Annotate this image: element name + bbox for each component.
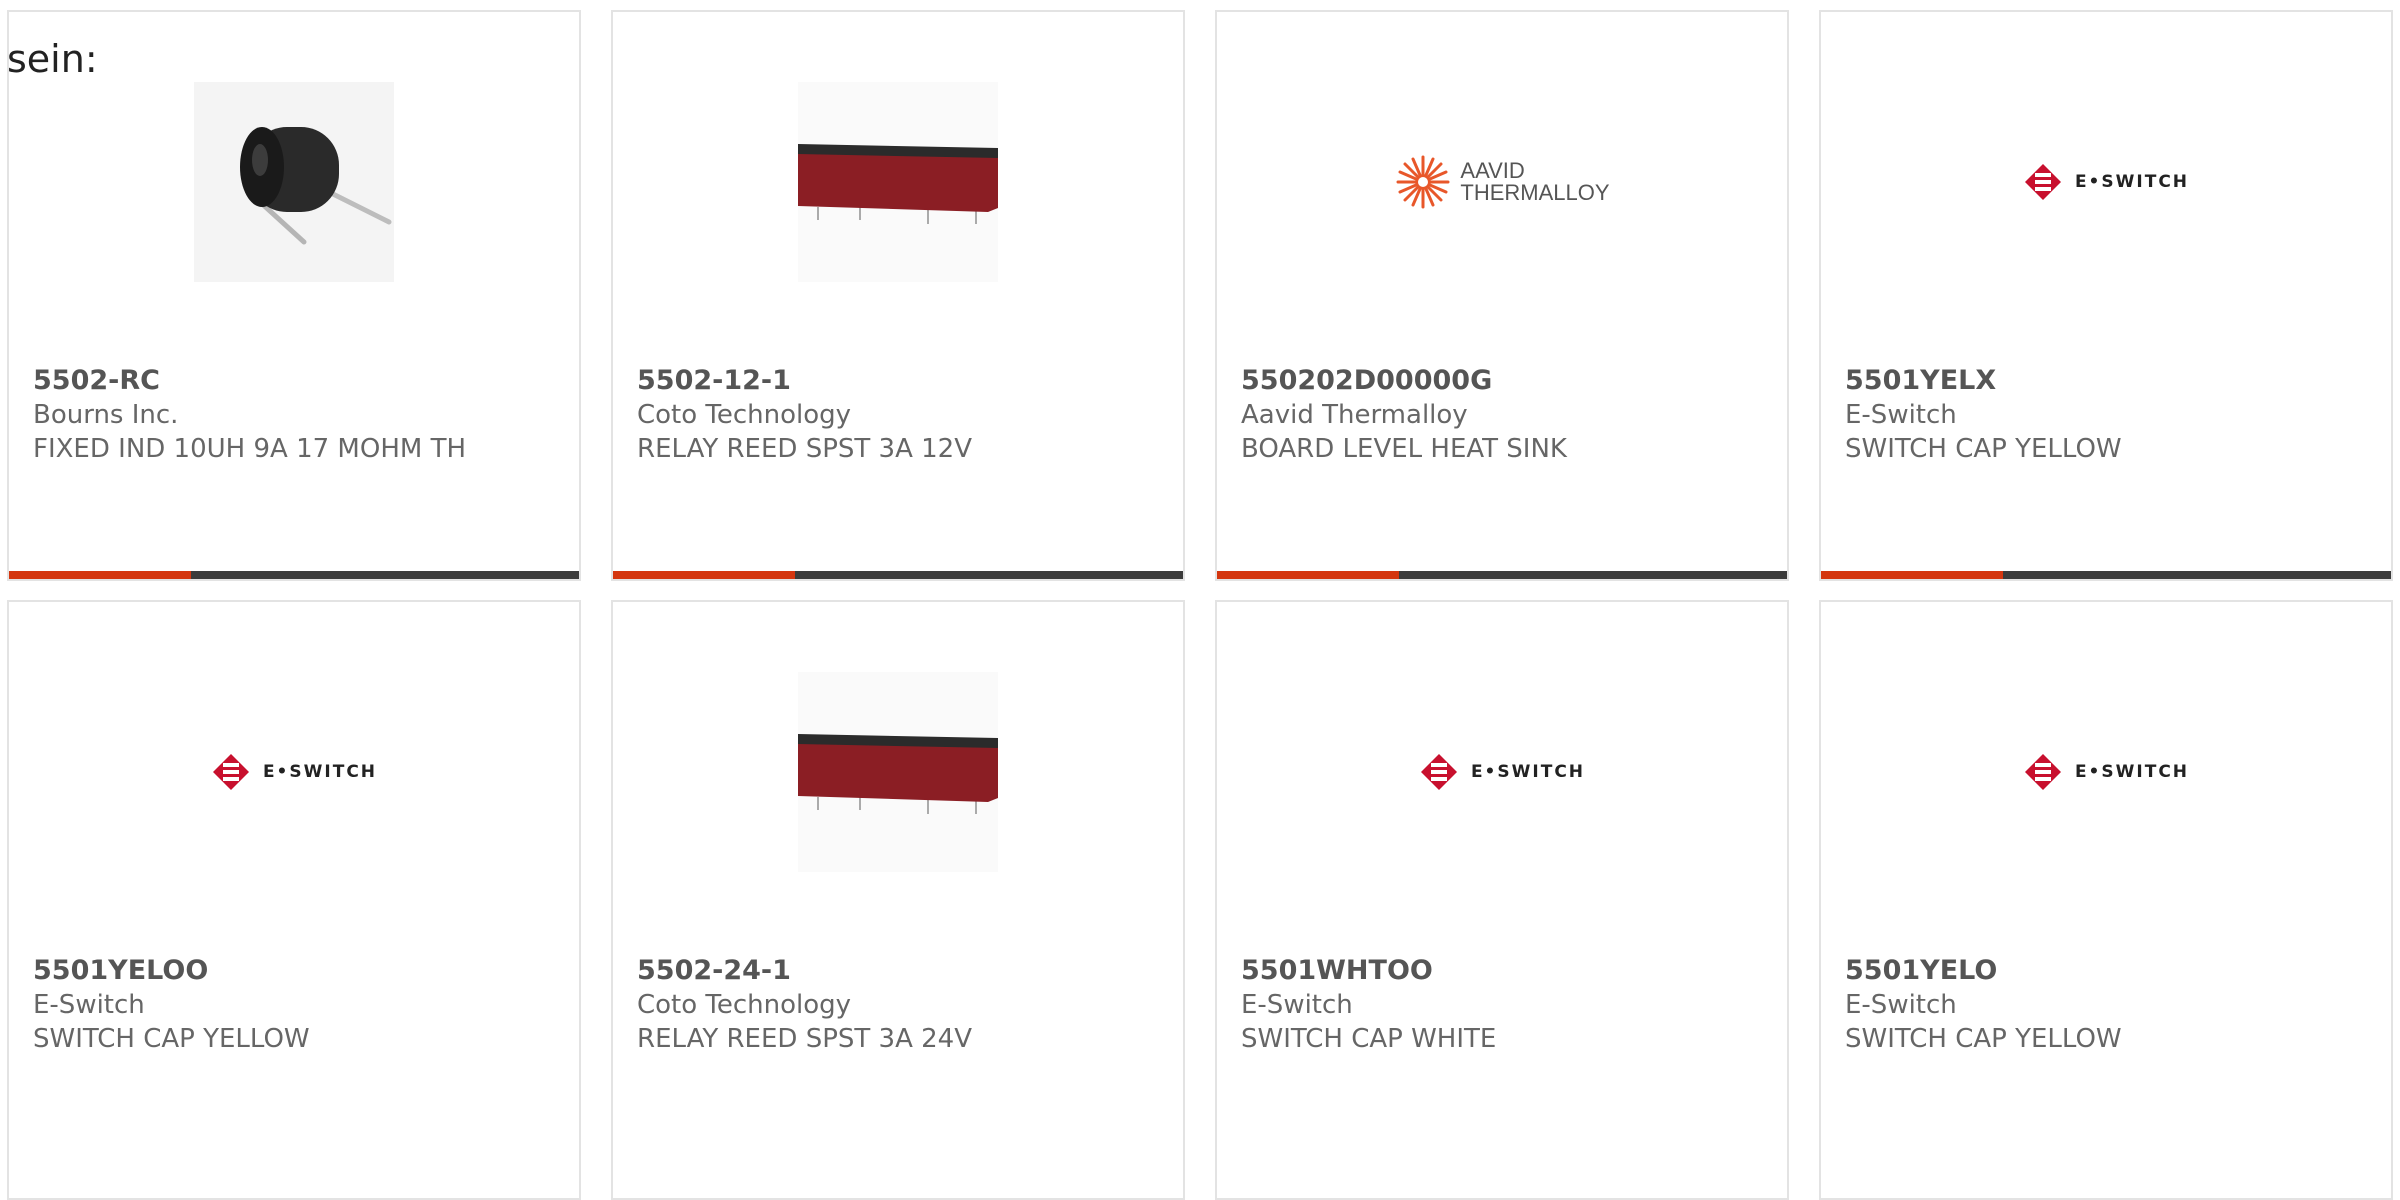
e-switch-logo: E•SWITCH: [1419, 752, 1585, 792]
manufacturer: Aavid Thermalloy: [1241, 400, 1468, 430]
manufacturer: E-Switch: [1845, 990, 1957, 1020]
manufacturer: E-Switch: [1241, 990, 1353, 1020]
part-number[interactable]: 5502-12-1: [637, 364, 1173, 398]
card-footer-bar: [1217, 571, 1787, 579]
starburst-icon: [1396, 155, 1450, 209]
product-info: 5501YELO E-Switch SWITCH CAP YELLOW: [1845, 954, 2381, 1056]
product-info: 5502-24-1 Coto Technology RELAY REED SPS…: [637, 954, 1173, 1056]
product-image: [613, 82, 1183, 282]
logo-text-line: AAVID: [1460, 158, 1525, 183]
part-number[interactable]: 550202D00000G: [1241, 364, 1777, 398]
reed-relay-icon: [798, 144, 998, 224]
product-image: E•SWITCH: [1821, 672, 2391, 872]
logo-text: E•SWITCH: [2074, 172, 2190, 192]
description: RELAY REED SPST 3A 24V: [637, 1024, 972, 1054]
product-info: 5501WHTOO E-Switch SWITCH CAP WHITE: [1241, 954, 1777, 1056]
e-switch-emblem-icon: [2024, 164, 2061, 200]
product-card[interactable]: 5502-24-1 Coto Technology RELAY REED SPS…: [611, 600, 1185, 1200]
product-card[interactable]: 5502-RC Bourns Inc. FIXED IND 10UH 9A 17…: [7, 10, 581, 581]
description: FIXED IND 10UH 9A 17 MOHM TH: [33, 434, 466, 464]
product-card[interactable]: 5502-12-1 Coto Technology RELAY REED SPS…: [611, 10, 1185, 581]
product-info: 5501YELOO E-Switch SWITCH CAP YELLOW: [33, 954, 569, 1056]
part-number[interactable]: 5501YELOO: [33, 954, 569, 988]
e-switch-logo: E•SWITCH: [2023, 162, 2189, 202]
e-switch-logo: E•SWITCH: [211, 752, 377, 792]
product-card[interactable]: E•SWITCH 5501YELOO E-Switch SWITCH CAP Y…: [7, 600, 581, 1200]
part-number[interactable]: 5502-RC: [33, 364, 569, 398]
product-info: 5502-12-1 Coto Technology RELAY REED SPS…: [637, 364, 1173, 466]
part-number[interactable]: 5501YELX: [1845, 364, 2381, 398]
description: SWITCH CAP YELLOW: [33, 1024, 310, 1054]
part-number[interactable]: 5501WHTOO: [1241, 954, 1777, 988]
product-grid: 5502-RC Bourns Inc. FIXED IND 10UH 9A 17…: [0, 0, 2400, 1200]
logo-text: E•SWITCH: [1470, 762, 1586, 782]
logo-text: E•SWITCH: [2074, 762, 2190, 782]
card-footer-bar: [1821, 571, 2391, 579]
product-image: E•SWITCH: [1217, 672, 1787, 872]
reed-relay-icon: [798, 734, 998, 814]
part-number[interactable]: 5501YELO: [1845, 954, 2381, 988]
product-card[interactable]: E•SWITCH 5501YELO E-Switch SWITCH CAP YE…: [1819, 600, 2393, 1200]
intro-text: sein:: [7, 37, 98, 81]
product-card[interactable]: E•SWITCH 5501WHTOO E-Switch SWITCH CAP W…: [1215, 600, 1789, 1200]
logo-text: E•SWITCH: [262, 762, 378, 782]
product-image: E•SWITCH: [1821, 82, 2391, 282]
product-image: [613, 672, 1183, 872]
e-switch-emblem-icon: [212, 754, 249, 790]
manufacturer: Coto Technology: [637, 990, 852, 1020]
description: SWITCH CAP YELLOW: [1845, 1024, 2122, 1054]
card-footer-bar: [9, 571, 579, 579]
card-footer-bar: [613, 571, 1183, 579]
inductor-icon: [240, 127, 392, 245]
e-switch-logo: E•SWITCH: [2023, 752, 2189, 792]
product-card[interactable]: AAVID THERMALLOY 550202D00000G Aavid The…: [1215, 10, 1789, 581]
logo-text-line: THERMALLOY: [1460, 180, 1610, 205]
product-info: 5502-RC Bourns Inc. FIXED IND 10UH 9A 17…: [33, 364, 569, 466]
description: SWITCH CAP YELLOW: [1845, 434, 2122, 464]
product-image: E•SWITCH: [9, 672, 579, 872]
description: SWITCH CAP WHITE: [1241, 1024, 1497, 1054]
description: RELAY REED SPST 3A 12V: [637, 434, 972, 464]
product-card[interactable]: E•SWITCH 5501YELX E-Switch SWITCH CAP YE…: [1819, 10, 2393, 581]
product-info: 550202D00000G Aavid Thermalloy BOARD LEV…: [1241, 364, 1777, 466]
manufacturer: Bourns Inc.: [33, 400, 179, 430]
product-image: AAVID THERMALLOY: [1217, 82, 1787, 282]
e-switch-emblem-icon: [1420, 754, 1457, 790]
e-switch-emblem-icon: [2024, 754, 2061, 790]
manufacturer: E-Switch: [1845, 400, 1957, 430]
aavid-thermalloy-logo: AAVID THERMALLOY: [1394, 153, 1610, 211]
description: BOARD LEVEL HEAT SINK: [1241, 434, 1567, 464]
product-image: [9, 82, 579, 282]
part-number[interactable]: 5502-24-1: [637, 954, 1173, 988]
product-info: 5501YELX E-Switch SWITCH CAP YELLOW: [1845, 364, 2381, 466]
manufacturer: Coto Technology: [637, 400, 852, 430]
manufacturer: E-Switch: [33, 990, 145, 1020]
